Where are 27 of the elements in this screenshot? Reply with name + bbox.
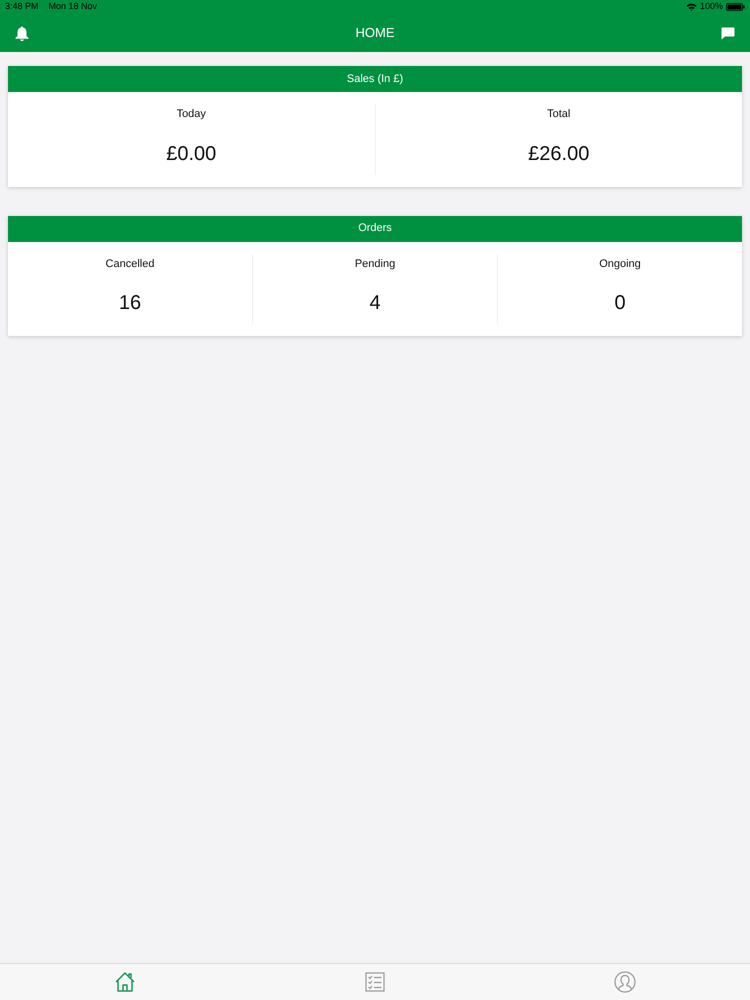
stat-value: 4 [369, 291, 381, 316]
bell-icon [15, 26, 29, 40]
tab-button[interactable] [612, 969, 638, 995]
stat-label: Total [547, 107, 570, 122]
checklist-icon [365, 972, 385, 992]
wifi-icon [686, 3, 697, 11]
stat-label: Ongoing [599, 256, 641, 272]
messages-button[interactable] [720, 25, 736, 41]
status-date: Mon 18 Nov [48, 0, 98, 14]
home-icon [114, 971, 136, 993]
card-title: Sales (In £) [346, 72, 404, 87]
stat-value: £0.00 [166, 142, 216, 166]
nav-title: HOME [356, 24, 394, 42]
stat-label: Pending [354, 256, 396, 272]
profile-icon [614, 971, 636, 993]
stat-label: Cancelled [106, 256, 154, 272]
status-time: 3:48 PM [5, 0, 39, 14]
tab-button[interactable] [363, 970, 387, 994]
card-title: Orders [358, 221, 392, 236]
stat-value: 0 [614, 291, 626, 316]
notifications-button[interactable] [14, 25, 30, 41]
chat-bubble-icon [721, 26, 735, 40]
stat-value: £26.00 [528, 142, 590, 166]
battery-percentage: 100% [700, 0, 723, 14]
stat-value: 16 [118, 291, 142, 316]
battery-icon [726, 3, 745, 11]
stat-label: Today [176, 107, 206, 122]
